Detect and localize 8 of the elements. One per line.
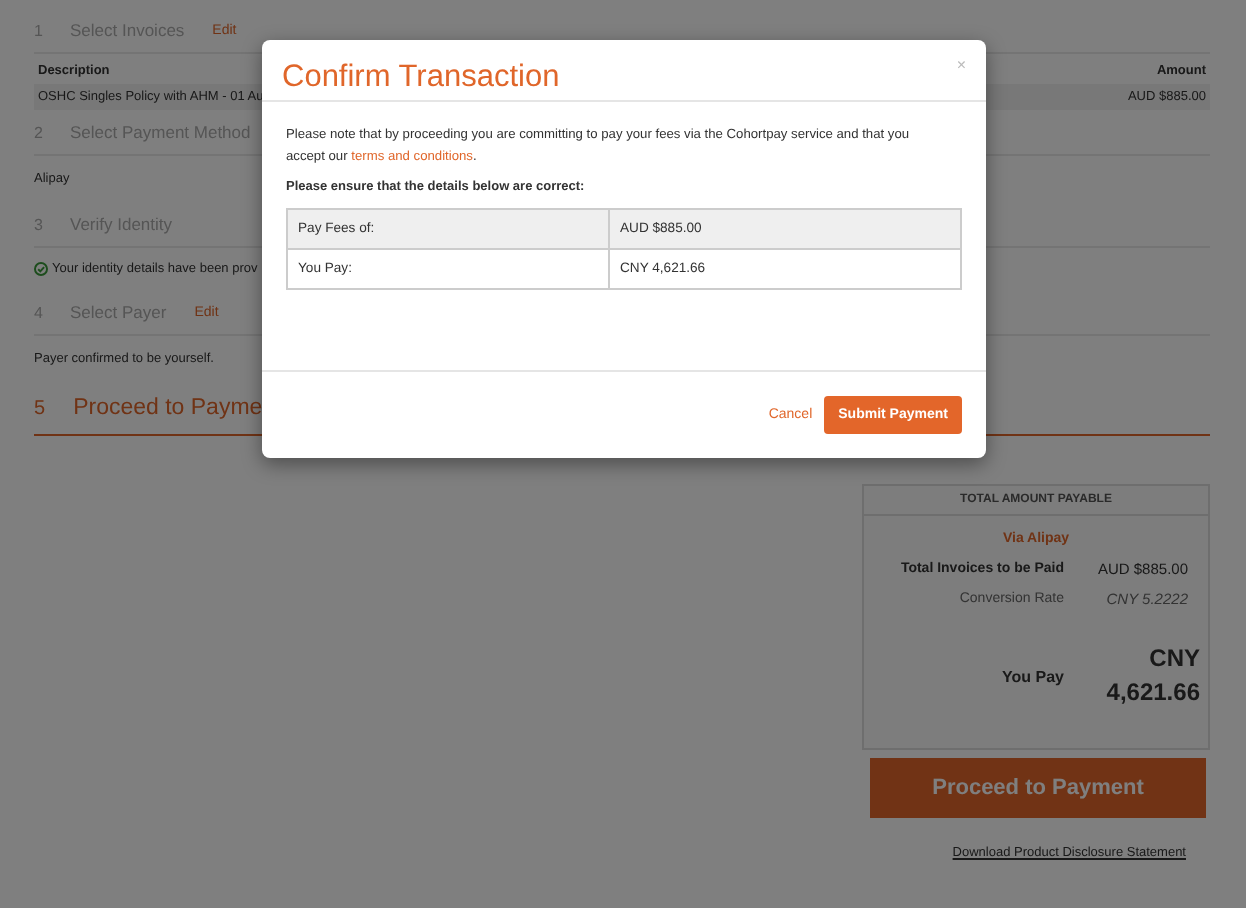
proceed-button[interactable]: Proceed to Payment — [870, 757, 1206, 818]
dialog-title: Confirm Transaction — [282, 60, 560, 96]
step-title: Proceed to Payme — [73, 396, 263, 420]
summary-label: You Pay — [1000, 667, 1064, 686]
step-number: 5 — [34, 397, 46, 419]
close-button[interactable]: × — [956, 56, 966, 74]
summary-value: CNY 4,621.66 — [1104, 642, 1200, 711]
check-circle-icon — [34, 262, 48, 276]
